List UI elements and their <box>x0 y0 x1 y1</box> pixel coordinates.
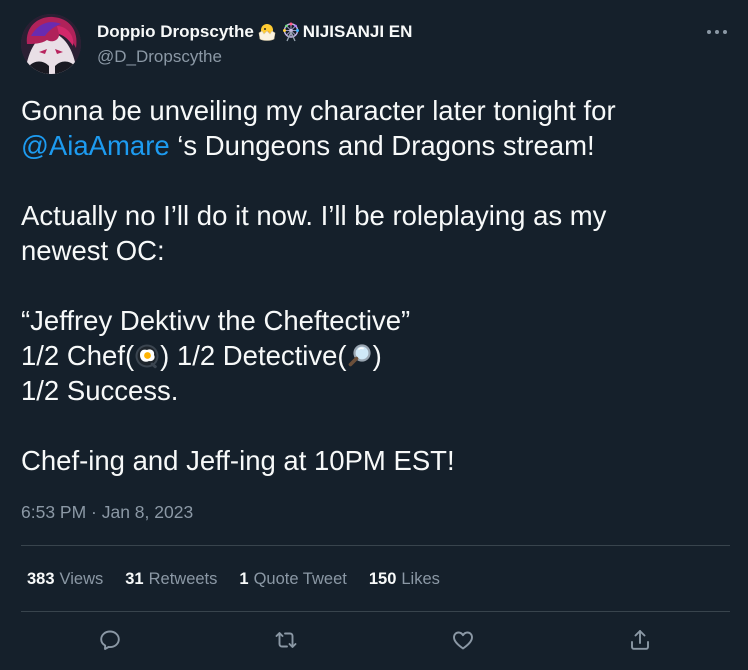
engagement-stats: 383 Views 31 Retweets 1 Quote Tweet 150 … <box>27 568 462 590</box>
hatching-chick-emoji <box>257 22 277 42</box>
more-button[interactable] <box>702 20 732 44</box>
tweet-line: “Jeffrey Dektivv the Cheftective” <box>21 305 411 336</box>
handle[interactable]: @D_Dropscythe <box>97 47 222 67</box>
fried-egg-emoji <box>134 342 160 369</box>
tweet-line: @AiaAmare ‘s Dungeons and Dragons stream… <box>21 128 721 163</box>
display-name[interactable]: Doppio Dropscythe <box>97 22 254 42</box>
tweet-line: newest OC: <box>21 235 165 266</box>
tweet-line-part: 1/2 Chef( <box>21 340 135 371</box>
retweet-icon <box>275 632 297 648</box>
divider <box>21 611 730 612</box>
mention-link[interactable]: @AiaAmare <box>21 130 170 161</box>
more-icon <box>707 30 727 34</box>
tweet-line: Chef-ing and Jeff-ing at 10PM EST! <box>21 445 455 476</box>
tweet-line-part: ) 1/2 Detective( <box>160 340 347 371</box>
views-label: Views <box>59 569 104 588</box>
heart-icon <box>453 631 473 650</box>
tweet-line: 1/2 Success. <box>21 375 179 406</box>
tweet-line: 1/2 Chef( ) 1/2 Detective() <box>21 338 721 373</box>
timestamp[interactable]: 6:53 PM · Jan 8, 2023 <box>21 502 193 523</box>
tweet-line: Gonna be unveiling my character later to… <box>21 95 616 126</box>
reply-icon <box>100 630 120 650</box>
divider <box>21 545 730 546</box>
display-name-row[interactable]: Doppio Dropscythe NIJISANJI EN <box>97 21 412 43</box>
share-button[interactable] <box>622 622 658 658</box>
tweet-line-rest: ‘s Dungeons and Dragons stream! <box>169 130 595 161</box>
tweet-line-part: ) <box>372 340 382 371</box>
tweet-detail: Doppio Dropscythe NIJISANJI EN @D_Dropsc… <box>0 0 748 670</box>
retweet-button[interactable] <box>268 622 304 658</box>
retweets-label: Retweets <box>148 569 218 588</box>
reply-button[interactable] <box>92 622 128 658</box>
views-stat[interactable]: 383 Views <box>27 570 103 589</box>
likes-label: Likes <box>401 569 440 588</box>
likes-count: 150 <box>368 569 397 588</box>
quotes-count: 1 <box>239 569 249 588</box>
affiliation: NIJISANJI EN <box>302 22 413 41</box>
like-button[interactable] <box>445 622 481 658</box>
magnifier-emoji <box>347 342 373 368</box>
tweet-line: Actually no I’ll do it now. I’ll be role… <box>21 200 607 231</box>
ferris-wheel-emoji <box>281 22 301 42</box>
retweets-stat[interactable]: 31 Retweets <box>125 570 217 589</box>
retweets-count: 31 <box>125 569 144 588</box>
quotes-label: Quote Tweet <box>253 569 347 588</box>
action-bar <box>0 622 748 658</box>
avatar[interactable] <box>21 14 81 74</box>
likes-stat[interactable]: 150 Likes <box>369 570 440 589</box>
share-icon <box>631 630 649 650</box>
quotes-stat[interactable]: 1 Quote Tweet <box>239 570 346 589</box>
views-count: 383 <box>27 569 55 588</box>
tweet-text: Gonna be unveiling my character later to… <box>21 93 721 478</box>
